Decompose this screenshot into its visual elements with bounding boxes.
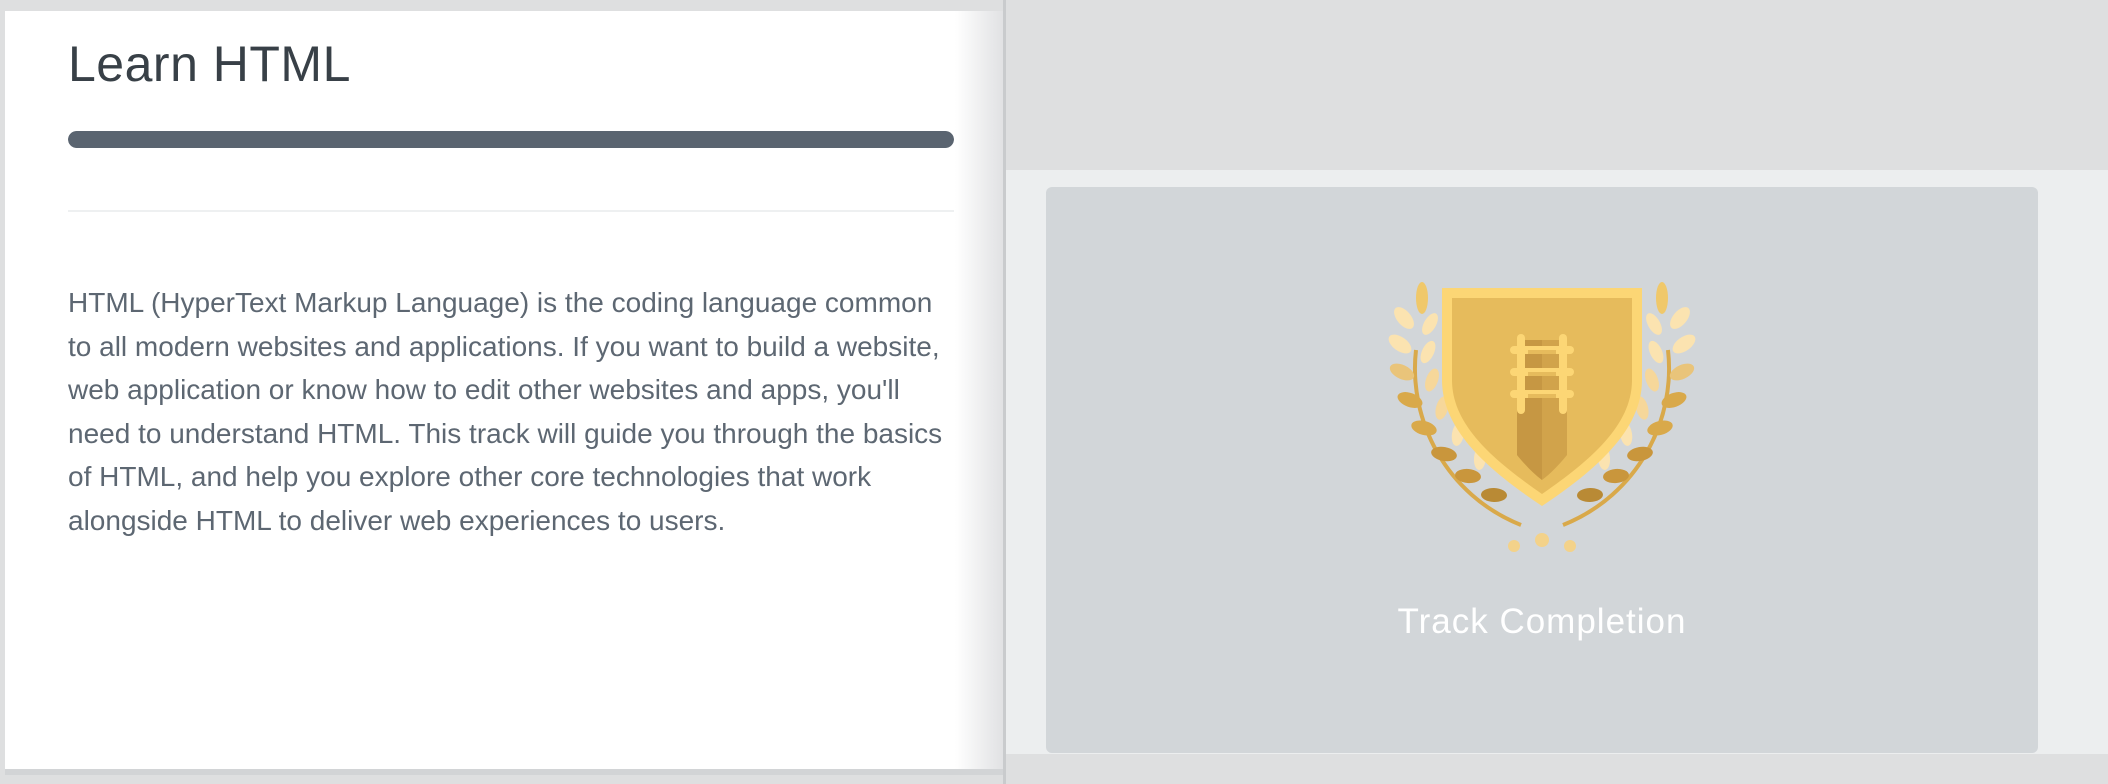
card-shadow bbox=[955, 11, 1005, 769]
page-title: Learn HTML bbox=[68, 36, 351, 92]
badge-label: Track Completion bbox=[1397, 602, 1687, 641]
track-card: Learn HTML HTML (HyperText Markup Langua… bbox=[5, 11, 1005, 775]
track-description: HTML (HyperText Markup Language) is the … bbox=[68, 287, 943, 536]
right-header-area bbox=[1006, 0, 2108, 170]
track-progress-fill bbox=[68, 131, 954, 148]
right-footer-area bbox=[1006, 754, 2108, 784]
gold-shield-laurel-badge-icon bbox=[1388, 282, 1696, 552]
track-progress-bar bbox=[68, 131, 954, 148]
divider bbox=[68, 210, 954, 212]
